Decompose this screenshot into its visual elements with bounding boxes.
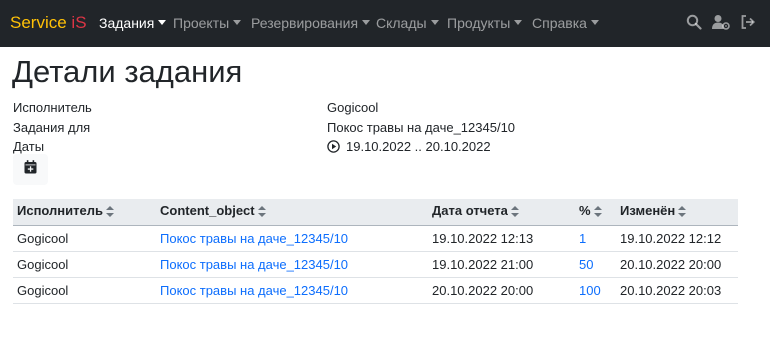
nav-menu-label: Резервирования	[251, 15, 359, 31]
content-object-link[interactable]: Покос травы на даче_12345/10	[160, 283, 348, 298]
nav-menu-help[interactable]: Справка	[532, 14, 599, 32]
nav-menu-projects[interactable]: Проекты	[173, 14, 242, 32]
sort-icon	[678, 205, 687, 220]
report-date-cell: 20.10.2022 20:00	[428, 277, 575, 304]
executor-label: Исполнитель	[13, 100, 92, 115]
content-object-cell: Покос травы на даче_12345/10	[156, 277, 428, 304]
table-row: Gogicool Покос травы на даче_12345/10 19…	[13, 251, 738, 278]
navbar: Service iS Задания Проекты Резервировани…	[0, 0, 770, 47]
percent-link[interactable]: 50	[579, 257, 593, 272]
content-object-link[interactable]: Покос травы на даче_12345/10	[160, 231, 348, 246]
nav-menu-label: Проекты	[173, 15, 230, 31]
column-header-label: Исполнитель	[17, 203, 103, 219]
percent-cell: 50	[575, 251, 616, 278]
executor-cell: Gogicool	[13, 277, 156, 304]
column-header-label: %	[579, 203, 591, 219]
logout-icon[interactable]	[740, 14, 758, 32]
nav-menu-warehouses[interactable]: Склады	[376, 14, 439, 32]
nav-menu-label: Склады	[376, 15, 427, 31]
sort-icon	[510, 205, 519, 220]
column-header-label: Изменён	[620, 203, 676, 219]
content-object-cell: Покос травы на даче_12345/10	[156, 225, 428, 252]
nav-menu-products[interactable]: Продукты	[447, 14, 523, 32]
modified-cell: 19.10.2022 12:12	[616, 225, 738, 252]
task-reports-table: Исполнитель Content_object Дата отчета %…	[13, 199, 738, 304]
content-object-cell: Покос травы на даче_12345/10	[156, 251, 428, 278]
table-row: Gogicool Покос травы на даче_12345/10 20…	[13, 277, 738, 304]
dates-value-row: 19.10.2022 .. 20.10.2022	[327, 138, 491, 155]
dates-value: 19.10.2022 .. 20.10.2022	[346, 139, 491, 154]
nav-menu-label: Задания	[99, 15, 155, 31]
report-date-cell: 19.10.2022 12:13	[428, 225, 575, 252]
executor-cell: Gogicool	[13, 251, 156, 278]
brand-name: Service	[10, 13, 67, 32]
table-row: Gogicool Покос травы на даче_12345/10 19…	[13, 225, 738, 252]
column-header-executor[interactable]: Исполнитель	[13, 199, 156, 226]
dates-label: Даты	[13, 139, 45, 154]
chevron-down-icon	[233, 20, 242, 25]
nav-menu-label: Справка	[532, 15, 587, 31]
chevron-down-icon	[514, 20, 523, 25]
sort-icon	[106, 205, 114, 220]
column-header-label: Content_object	[160, 203, 255, 219]
nav-menu-label: Продукты	[447, 15, 511, 31]
table-header-row: Исполнитель Content_object Дата отчета %…	[13, 199, 738, 226]
column-header-percent[interactable]: %	[575, 199, 616, 226]
modified-cell: 20.10.2022 20:03	[616, 277, 738, 304]
task-for-value: Покос травы на даче_12345/10	[327, 120, 516, 135]
modified-cell: 20.10.2022 20:00	[616, 251, 738, 278]
content-object-link[interactable]: Покос травы на даче_12345/10	[160, 257, 348, 272]
sort-icon	[257, 205, 266, 220]
percent-link[interactable]: 100	[579, 283, 601, 298]
brand-logo[interactable]: Service iS	[10, 13, 87, 33]
percent-cell: 100	[575, 277, 616, 304]
add-to-calendar-button[interactable]	[13, 154, 48, 185]
search-icon[interactable]	[686, 14, 704, 32]
chevron-down-icon	[430, 20, 439, 25]
column-header-modified[interactable]: Изменён	[616, 199, 738, 226]
percent-link[interactable]: 1	[579, 231, 586, 246]
brand-suffix: iS	[71, 13, 87, 32]
report-date-cell: 19.10.2022 21:00	[428, 251, 575, 278]
percent-cell: 1	[575, 225, 616, 252]
executor-cell: Gogicool	[13, 225, 156, 252]
calendar-add-icon	[24, 160, 37, 179]
task-for-label: Задания для	[13, 120, 91, 135]
nav-menu-reservations[interactable]: Резервирования	[251, 14, 371, 32]
column-header-report-date[interactable]: Дата отчета	[428, 199, 575, 226]
column-header-content-object[interactable]: Content_object	[156, 199, 428, 226]
sort-icon	[593, 205, 602, 220]
chevron-down-icon	[158, 20, 167, 25]
executor-value: Gogicool	[327, 100, 379, 115]
user-settings-icon[interactable]	[712, 14, 730, 32]
chevron-down-icon	[362, 20, 371, 25]
page-title: Детали задания	[12, 54, 243, 89]
chevron-down-icon	[590, 20, 599, 25]
nav-menu-tasks[interactable]: Задания	[99, 14, 167, 32]
play-circle-icon	[327, 140, 340, 153]
column-header-label: Дата отчета	[432, 203, 508, 219]
